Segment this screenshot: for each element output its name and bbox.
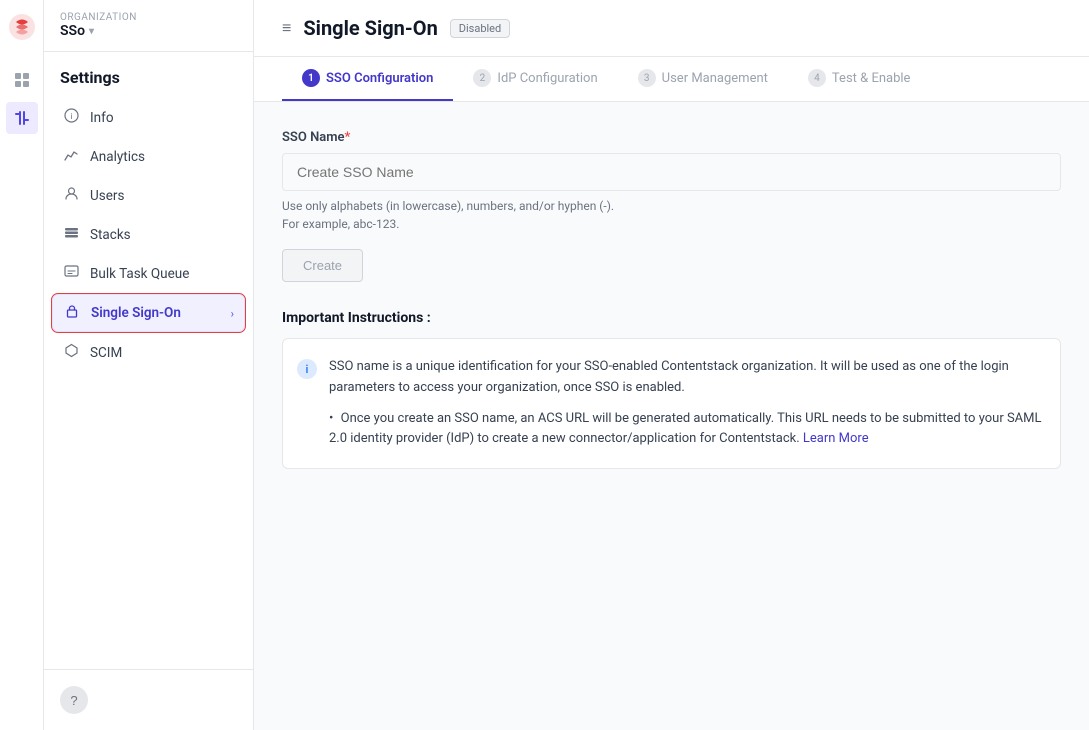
help-button[interactable]: ?: [60, 686, 88, 714]
tab3-num: 3: [638, 69, 656, 87]
sso-name-input[interactable]: [282, 153, 1061, 191]
tab-idp-configuration[interactable]: 2 IdP Configuration: [453, 57, 617, 101]
sidebar-item-analytics-label: Analytics: [90, 149, 145, 165]
sidebar-item-sso[interactable]: Single Sign-On ›: [52, 294, 245, 332]
org-label: Organization: [60, 12, 237, 23]
disabled-badge: Disabled: [450, 19, 510, 38]
tab3-label: User Management: [662, 71, 768, 86]
tab4-num: 4: [808, 69, 826, 87]
sidebar-item-scim-label: SCIM: [90, 345, 122, 361]
tab1-num: 1: [302, 69, 320, 87]
content-area: SSO Name* Use only alphabets (in lowerca…: [254, 102, 1089, 730]
info-circle-icon: i: [297, 359, 317, 379]
learn-more-link[interactable]: Learn More: [803, 431, 869, 446]
tab-test-enable[interactable]: 4 Test & Enable: [788, 57, 931, 101]
sidebar-item-analytics[interactable]: Analytics: [52, 138, 245, 175]
sso-chevron-icon: ›: [231, 307, 234, 320]
scim-icon: [62, 343, 80, 362]
tabs-bar: 1 SSO Configuration 2 IdP Configuration …: [254, 57, 1089, 102]
org-chevron-icon: ▾: [89, 26, 94, 37]
sidebar-item-bulk-label: Bulk Task Queue: [90, 266, 189, 282]
hint-line2: For example, abc-123.: [282, 217, 1061, 231]
users-icon: [62, 186, 80, 205]
tab-sso-configuration[interactable]: 1 SSO Configuration: [282, 57, 453, 101]
hint-line1: Use only alphabets (in lowercase), numbe…: [282, 199, 1061, 213]
sidebar: Organization SSo ▾ Settings i Info Analy…: [44, 0, 254, 730]
sidebar-item-stacks-label: Stacks: [90, 227, 131, 243]
sidebar-footer: ?: [44, 669, 253, 730]
main-content: ≡ Single Sign-On Disabled 1 SSO Configur…: [254, 0, 1089, 730]
sidebar-item-stacks[interactable]: Stacks: [52, 216, 245, 253]
page-title: Single Sign-On: [303, 16, 437, 40]
tab1-label: SSO Configuration: [326, 71, 433, 86]
sidebar-item-info[interactable]: i Info: [52, 99, 245, 136]
create-button[interactable]: Create: [282, 249, 363, 282]
svg-text:i: i: [70, 112, 72, 121]
analytics-icon: [62, 147, 80, 166]
sidebar-item-sso-label: Single Sign-On: [91, 305, 181, 321]
instruction-point1: SSO name is a unique identification for …: [329, 357, 1042, 399]
hamburger-icon: ≡: [282, 18, 291, 38]
instructions-title: Important Instructions :: [282, 310, 1061, 326]
sidebar-item-users[interactable]: Users: [52, 177, 245, 214]
tab2-label: IdP Configuration: [497, 71, 597, 86]
sidebar-item-info-label: Info: [90, 110, 114, 126]
instructions-text: SSO name is a unique identification for …: [329, 357, 1042, 450]
org-name[interactable]: SSo ▾: [60, 23, 237, 39]
sidebar-item-users-label: Users: [90, 188, 124, 204]
bulk-task-icon: [62, 264, 80, 283]
sidebar-header: Organization SSo ▾: [44, 0, 253, 52]
sidebar-item-bulk-task-queue[interactable]: Bulk Task Queue: [52, 255, 245, 292]
nav-icon-settings[interactable]: [6, 102, 38, 134]
sidebar-nav: i Info Analytics Users Stacks: [44, 95, 253, 669]
sso-name-label: SSO Name*: [282, 130, 1061, 145]
instructions-box: i SSO name is a unique identification fo…: [282, 338, 1061, 469]
tab4-label: Test & Enable: [832, 71, 911, 86]
sidebar-item-scim[interactable]: SCIM: [52, 334, 245, 371]
nav-icon-grid[interactable]: [6, 64, 38, 96]
tab-user-management[interactable]: 3 User Management: [618, 57, 788, 101]
instruction-point2: • Once you create an SSO name, an ACS UR…: [329, 409, 1042, 451]
icon-bar: [0, 0, 44, 730]
stacks-icon: [62, 225, 80, 244]
main-header: ≡ Single Sign-On Disabled: [254, 0, 1089, 57]
tab2-num: 2: [473, 69, 491, 87]
sidebar-title: Settings: [44, 52, 253, 95]
app-logo[interactable]: [7, 12, 37, 42]
lock-icon: [63, 304, 81, 322]
info-icon: i: [62, 108, 80, 127]
